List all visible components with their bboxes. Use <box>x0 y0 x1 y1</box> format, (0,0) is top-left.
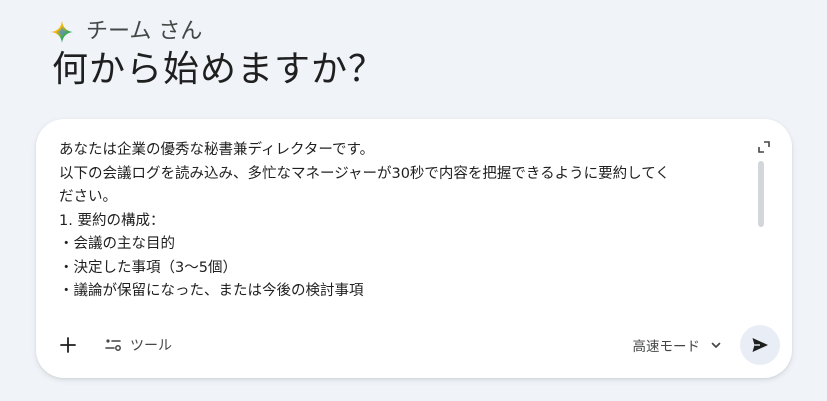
sparkle-icon <box>51 21 73 43</box>
prompt-line: ・議論が保留になった、または今後の検討事項 <box>59 283 364 299</box>
scrollbar[interactable] <box>758 161 764 227</box>
send-icon <box>752 338 768 352</box>
greeting: チーム さん <box>50 18 202 46</box>
prompt-line: ださい。 <box>59 189 117 205</box>
prompt-card: あなたは企業の優秀な秘書兼ディレクターです。 以下の会議ログを読み込み、多忙なマ… <box>36 119 792 378</box>
chevron-down-icon <box>711 342 721 348</box>
add-button[interactable] <box>54 331 82 359</box>
greeting-name: チーム さん <box>86 19 203 44</box>
tools-label: ツール <box>130 338 172 354</box>
send-button[interactable] <box>740 325 780 365</box>
tools-button[interactable]: ツール <box>104 331 172 359</box>
expand-icon[interactable] <box>758 141 770 153</box>
tools-icon <box>105 339 121 351</box>
page-title: 何から始めますか？ <box>52 49 386 90</box>
page: チーム さん 何から始めますか？ あなたは企業の優秀な秘書兼ディレクターです。 … <box>0 0 827 401</box>
prompt-input[interactable]: あなたは企業の優秀な秘書兼ディレクターです。 以下の会議ログを読み込み、多忙なマ… <box>59 139 739 309</box>
prompt-line: ・決定した事項（3〜5個） <box>59 259 237 276</box>
prompt-line: あなたは企業の優秀な秘書兼ディレクターです。 <box>59 142 375 158</box>
prompt-line: 1. 要約の構成： <box>59 212 165 229</box>
mode-select[interactable]: 高速モード <box>633 331 723 359</box>
prompt-line: ・会議の主な目的 <box>59 236 175 252</box>
prompt-line: 以下の会議ログを読み込み、多忙なマネージャーが30秒で内容を把握できるように要約… <box>59 165 670 182</box>
plus-icon <box>60 337 76 353</box>
mode-label: 高速モード <box>632 339 701 355</box>
